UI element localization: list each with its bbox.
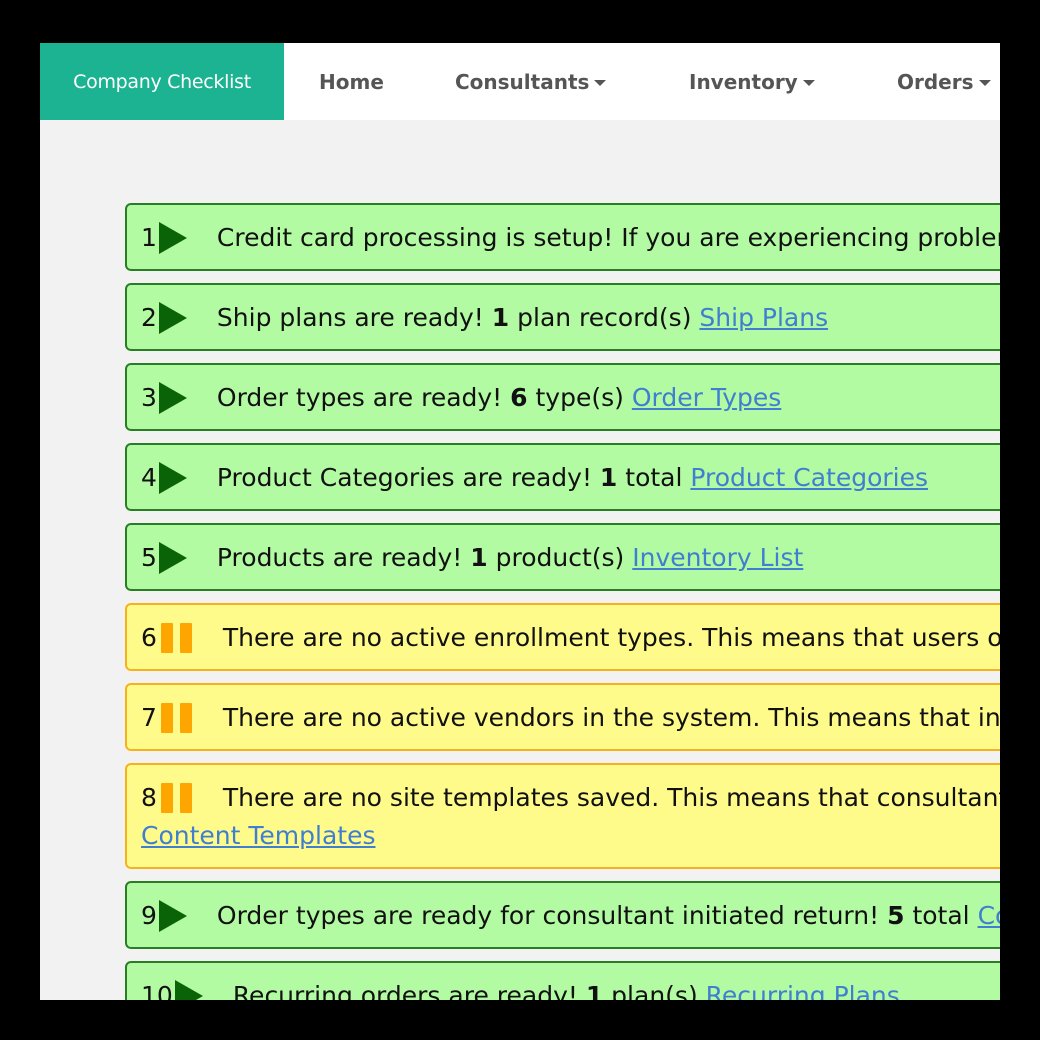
item-count: 1 xyxy=(491,303,510,332)
item-number: 3 xyxy=(141,383,157,412)
caret-down-icon xyxy=(802,79,815,86)
pause-icon xyxy=(160,623,193,653)
checklist-item-order-types: 3 Order types are ready! 6 type(s) Order … xyxy=(125,363,1000,431)
play-icon xyxy=(174,980,203,1000)
play-icon xyxy=(158,302,187,334)
caret-down-icon xyxy=(978,79,991,86)
item-text-after: product(s) xyxy=(487,543,633,572)
play-icon xyxy=(158,382,187,414)
item-number: 9 xyxy=(141,901,157,930)
checklist-item-products: 5 Products are ready! 1 product(s) Invent… xyxy=(125,523,1000,591)
top-navbar: Company Checklist Home Consultants Inven… xyxy=(40,43,1000,120)
item-number: 7 xyxy=(141,703,157,732)
item-text: Recurring orders are ready! xyxy=(232,981,586,1000)
item-text: Product Categories are ready! xyxy=(216,463,600,492)
item-text-after: type(s) xyxy=(527,383,632,412)
inventory-list-link[interactable]: Inventory List xyxy=(632,543,803,572)
ship-plans-link[interactable]: Ship Plans xyxy=(699,303,828,332)
item-count: 6 xyxy=(510,383,528,412)
item-number: 4 xyxy=(141,463,157,492)
item-text-after: plan record(s) xyxy=(509,303,700,332)
nav-item-label: Orders xyxy=(897,69,974,94)
item-text-after: total xyxy=(904,901,978,930)
nav-item-label: Consultants xyxy=(455,69,590,94)
play-icon xyxy=(158,900,187,932)
checklist-item-recurring-orders: 10 Recurring orders are ready! 1 plan(s) … xyxy=(125,961,1000,1000)
app-viewport: Company Checklist Home Consultants Inven… xyxy=(40,43,1000,1000)
item-text: Products are ready! xyxy=(216,543,471,572)
item-number: 5 xyxy=(141,543,157,572)
item-number: 10 xyxy=(141,981,173,1000)
nav-item-inventory[interactable]: Inventory xyxy=(689,43,815,120)
pause-icon xyxy=(160,783,193,813)
nav-item-orders[interactable]: Orders xyxy=(897,43,991,120)
play-icon xyxy=(158,462,187,494)
checklist-item-enrollment-types: 6 There are no active enrollment types. T… xyxy=(125,603,1000,671)
brand-company-checklist[interactable]: Company Checklist xyxy=(40,43,284,120)
item-text: Order types are ready! xyxy=(216,383,511,412)
nav-item-label: Inventory xyxy=(689,69,798,94)
return-order-types-link[interactable]: Co xyxy=(978,901,1000,930)
item-count: 1 xyxy=(470,543,488,572)
item-number: 2 xyxy=(141,303,157,332)
item-text-after: plan(s) xyxy=(603,981,706,1000)
checklist-item-site-templates: 8 There are no site templates saved. This… xyxy=(125,763,1000,869)
item-number: 6 xyxy=(141,623,157,652)
order-types-link[interactable]: Order Types xyxy=(632,383,781,412)
checklist-item-return-order-types: 9 Order types are ready for consultant in… xyxy=(125,881,1000,949)
item-count: 1 xyxy=(599,463,618,492)
item-number: 8 xyxy=(141,783,157,812)
item-number: 1 xyxy=(141,223,157,252)
checklist-item-credit-card: 1 Credit card processing is setup! If you… xyxy=(125,203,1000,271)
item-text: There are no active vendors in the syste… xyxy=(222,703,1000,732)
caret-down-icon xyxy=(594,79,607,86)
item-count: 5 xyxy=(887,901,905,930)
checklist-item-product-categories: 4 Product Categories are ready! 1 total P… xyxy=(125,443,1000,511)
item-text: Credit card processing is setup! If you … xyxy=(216,223,1000,252)
item-text: Ship plans are ready! xyxy=(216,303,492,332)
item-text-after: total xyxy=(617,463,691,492)
play-icon xyxy=(158,542,187,574)
checklist-item-vendors: 7 There are no active vendors in the syst… xyxy=(125,683,1000,751)
pause-icon xyxy=(160,703,193,733)
item-text: There are no site templates saved. This … xyxy=(222,783,1000,812)
recurring-plans-link[interactable]: Recurring Plans xyxy=(706,981,900,1000)
content-templates-link[interactable]: Content Templates xyxy=(141,821,375,850)
product-categories-link[interactable]: Product Categories xyxy=(690,463,928,492)
nav-item-consultants[interactable]: Consultants xyxy=(455,43,607,120)
item-text: Order types are ready for consultant ini… xyxy=(216,901,888,930)
company-checklist: 1 Credit card processing is setup! If you… xyxy=(125,203,1000,1000)
play-icon xyxy=(158,222,187,254)
checklist-item-ship-plans: 2 Ship plans are ready! 1 plan record(s) … xyxy=(125,283,1000,351)
nav-item-label: Home xyxy=(319,69,384,94)
item-text: There are no active enrollment types. Th… xyxy=(222,623,1000,652)
item-count: 1 xyxy=(585,981,604,1000)
nav-item-home[interactable]: Home xyxy=(319,43,384,120)
